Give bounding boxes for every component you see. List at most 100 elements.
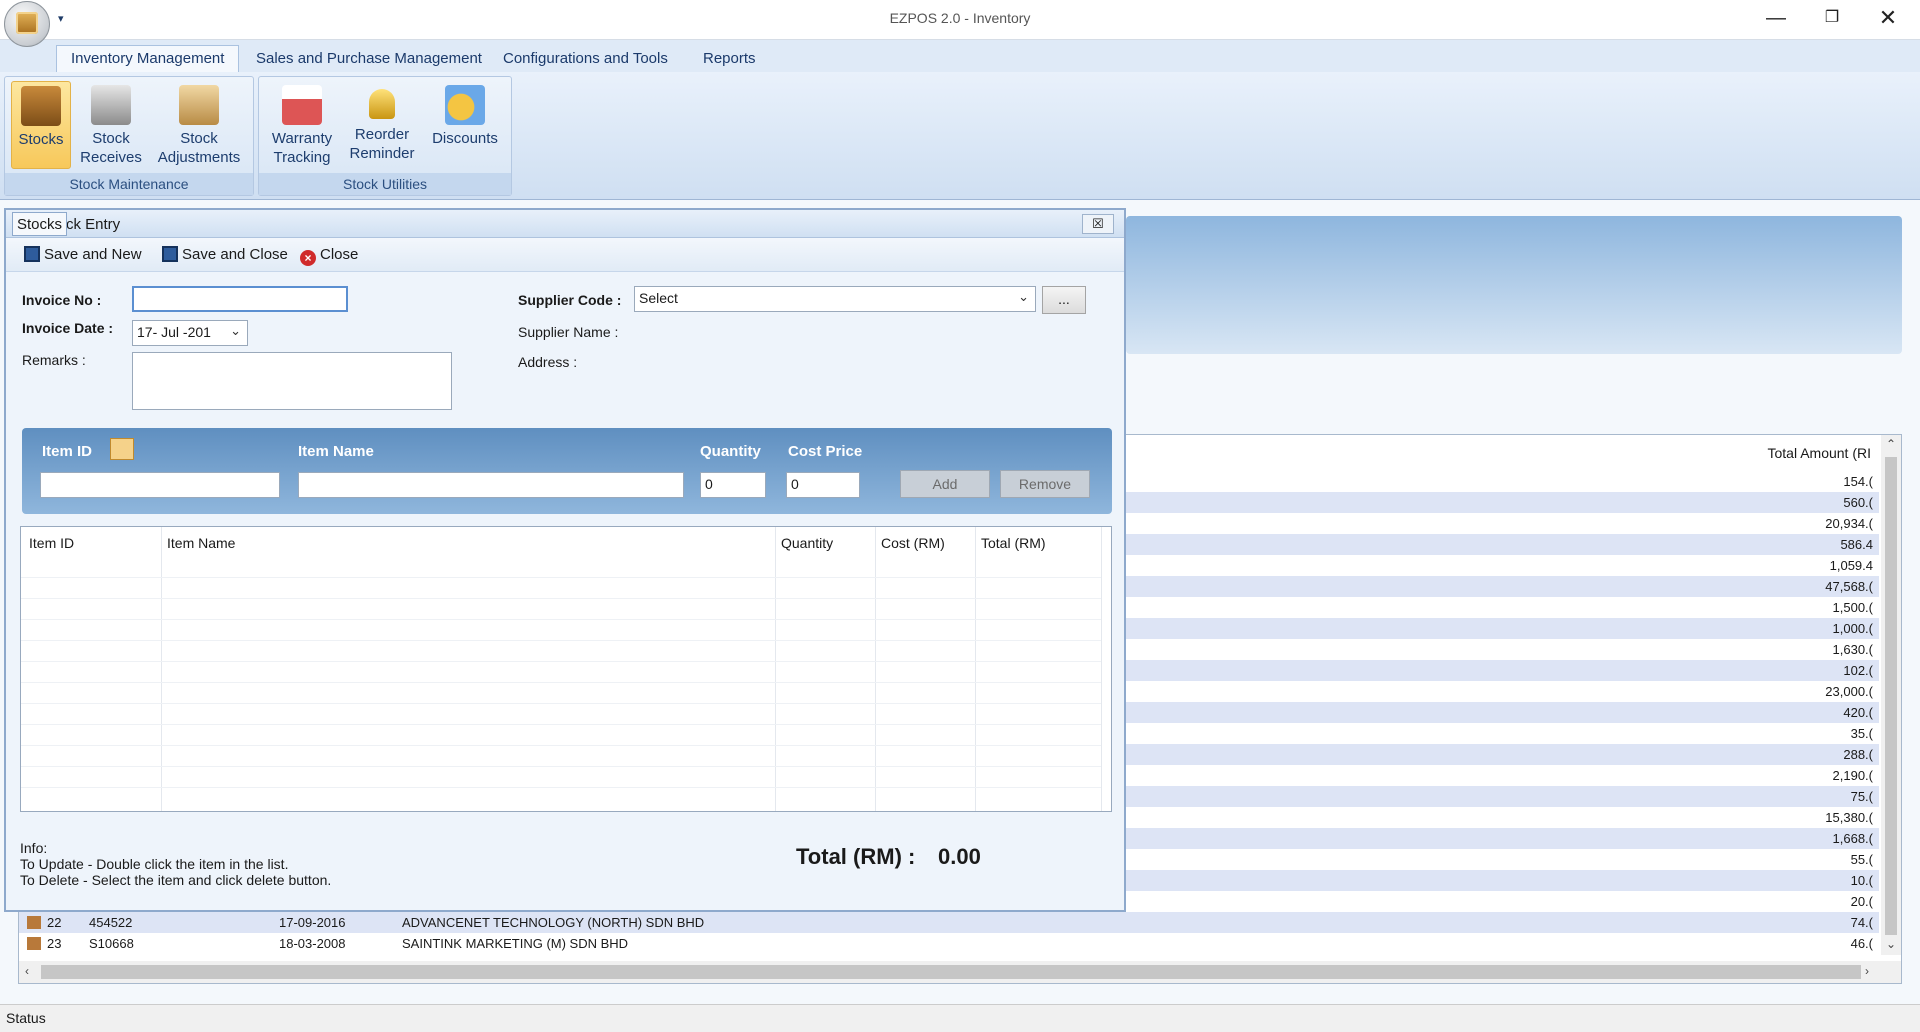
- window-title: EZPOS 2.0 - Inventory: [889, 10, 1031, 26]
- column-item-name[interactable]: Item Name: [167, 535, 235, 551]
- total-amount-cell: 74.(: [1850, 915, 1873, 930]
- dialog-toolbar: Save and New Save and Close × Close: [6, 238, 1124, 272]
- total-value: 0.00: [938, 844, 981, 869]
- total-amount-cell: 10.(: [1850, 873, 1873, 888]
- tab-configurations-tools[interactable]: Configurations and Tools: [489, 48, 682, 72]
- column-item-id[interactable]: Item ID: [29, 535, 74, 551]
- chevron-down-icon[interactable]: ⌄: [230, 323, 241, 339]
- invoice-date-picker[interactable]: 17- Jul -201 ⌄: [132, 320, 248, 346]
- total-amount-cell: 1,059.4: [1829, 558, 1873, 573]
- dialog-title: ck Entry: [66, 216, 121, 233]
- tab-inventory-management[interactable]: Inventory Management: [56, 45, 240, 72]
- supplier-code-label: Supplier Code :: [518, 292, 622, 308]
- invoice-no-label: Invoice No :: [22, 292, 102, 308]
- total-amount-cell: 560.(: [1843, 495, 1873, 510]
- supplier-code-select[interactable]: Select ⌄: [634, 286, 1036, 312]
- minimize-button[interactable]: —: [1748, 0, 1804, 38]
- tab-reports[interactable]: Reports: [689, 48, 770, 72]
- ribbon-group-stock-maintenance: Stocks Stock Receives Stock Adjustments …: [4, 76, 254, 196]
- quantity-input[interactable]: 0: [700, 472, 766, 498]
- address-label: Address :: [518, 354, 578, 370]
- save-icon: [162, 246, 178, 262]
- item-name-input[interactable]: [298, 472, 684, 498]
- total-amount-cell: 586.4: [1840, 537, 1873, 552]
- stock-adjustments-button[interactable]: Stock Adjustments: [151, 81, 247, 169]
- column-cost[interactable]: Cost (RM): [881, 535, 945, 551]
- total-amount-cell: 420.(: [1843, 705, 1873, 720]
- row-divider: [21, 577, 1101, 578]
- table-row[interactable]: 23 S10668 18-03-2008 SAINTINK MARKETING …: [19, 933, 1879, 954]
- save-and-close-button[interactable]: Save and Close: [162, 246, 288, 263]
- close-button[interactable]: × Close: [300, 246, 358, 266]
- maximize-button[interactable]: ❐: [1804, 0, 1860, 38]
- cost-price-input[interactable]: 0: [786, 472, 860, 498]
- table-row[interactable]: 22 454522 17-09-2016 ADVANCENET TECHNOLO…: [19, 912, 1879, 933]
- reorder-reminder-label-1: Reorder: [354, 126, 410, 143]
- scroll-left-icon[interactable]: ‹: [25, 964, 29, 978]
- tooltip-stocks: Stocks: [12, 212, 68, 236]
- row-number-cell: 22: [47, 915, 62, 930]
- item-entry-panel: Item ID Item Name Quantity Cost Price 0 …: [22, 428, 1112, 514]
- remarks-textarea[interactable]: [132, 352, 452, 410]
- row-divider: [21, 766, 1101, 767]
- supplier-code-value: Select: [639, 290, 678, 306]
- column-total[interactable]: Total (RM): [981, 535, 1046, 551]
- scroll-down-icon[interactable]: ⌄: [1886, 937, 1896, 951]
- item-lookup-icon[interactable]: [110, 438, 134, 460]
- close-icon: ×: [300, 250, 316, 266]
- save-and-new-button[interactable]: Save and New: [24, 246, 142, 263]
- supplier-cell: SAINTINK MARKETING (M) SDN BHD: [402, 936, 629, 951]
- column-divider: [1101, 527, 1102, 811]
- box-icon: [21, 86, 61, 126]
- coins-icon: [445, 85, 485, 125]
- close-window-button[interactable]: ✕: [1860, 0, 1916, 38]
- warranty-tracking-label-1: Warranty: [271, 130, 333, 147]
- quantity-label: Quantity: [700, 443, 761, 460]
- total-amount-cell: 55.(: [1850, 852, 1873, 867]
- horizontal-scrollbar[interactable]: ‹ ›: [19, 961, 1901, 983]
- horizontal-scroll-thumb[interactable]: [41, 965, 1861, 979]
- reorder-reminder-button[interactable]: Reorder Reminder: [345, 81, 419, 169]
- app-logo-icon: [16, 12, 38, 34]
- column-divider: [875, 527, 876, 811]
- column-divider: [161, 527, 162, 811]
- discounts-label: Discounts: [432, 130, 498, 147]
- total-amount-cell: 1,500.(: [1832, 600, 1873, 615]
- status-bar: Status: [0, 1004, 1920, 1032]
- status-text: Status: [6, 1010, 46, 1026]
- add-button[interactable]: Add: [900, 470, 990, 498]
- warranty-tracking-button[interactable]: Warranty Tracking: [265, 81, 339, 169]
- row-item-icon: [27, 916, 41, 929]
- scroll-up-icon[interactable]: ⌃: [1886, 437, 1896, 451]
- total-amount-cell: 1,630.(: [1832, 642, 1873, 657]
- stock-receives-label-2: Receives: [80, 149, 142, 166]
- stock-receives-button[interactable]: Stock Receives: [75, 81, 147, 169]
- app-menu-button[interactable]: [4, 1, 50, 47]
- info-title: Info:: [20, 840, 48, 856]
- total-amount-column-header[interactable]: Total Amount (RI: [1768, 445, 1872, 461]
- vertical-scroll-thumb[interactable]: [1885, 457, 1897, 935]
- row-divider: [21, 640, 1101, 641]
- tab-sales-purchase-management[interactable]: Sales and Purchase Management: [242, 48, 496, 72]
- remove-button[interactable]: Remove: [1000, 470, 1090, 498]
- browse-supplier-button[interactable]: ...: [1042, 286, 1086, 314]
- column-quantity[interactable]: Quantity: [781, 535, 833, 551]
- total-amount-cell: 1,000.(: [1832, 621, 1873, 636]
- vertical-scrollbar[interactable]: ⌃ ⌄: [1881, 435, 1901, 955]
- chevron-down-icon[interactable]: ⌄: [1018, 289, 1029, 305]
- reorder-reminder-label-2: Reminder: [349, 145, 415, 162]
- column-divider: [775, 527, 776, 811]
- dialog-close-icon[interactable]: ☒: [1082, 214, 1114, 234]
- total-amount-cell: 46.(: [1850, 936, 1873, 951]
- discounts-button[interactable]: Discounts: [425, 81, 505, 169]
- stocks-button[interactable]: Stocks: [11, 81, 71, 169]
- save-and-close-label: Save and Close: [182, 246, 288, 263]
- dialog-title-bar: Stocks ck Entry ☒: [6, 210, 1124, 238]
- scroll-right-icon[interactable]: ›: [1865, 964, 1869, 978]
- invoice-no-input[interactable]: [132, 286, 348, 312]
- total-amount-cell: 102.(: [1843, 663, 1873, 678]
- info-delete: To Delete - Select the item and click de…: [20, 872, 332, 888]
- items-list[interactable]: Item ID Item Name Quantity Cost (RM) Tot…: [20, 526, 1112, 812]
- item-id-input[interactable]: [40, 472, 280, 498]
- stock-entry-dialog: Stocks ck Entry ☒ Save and New Save and …: [4, 208, 1126, 912]
